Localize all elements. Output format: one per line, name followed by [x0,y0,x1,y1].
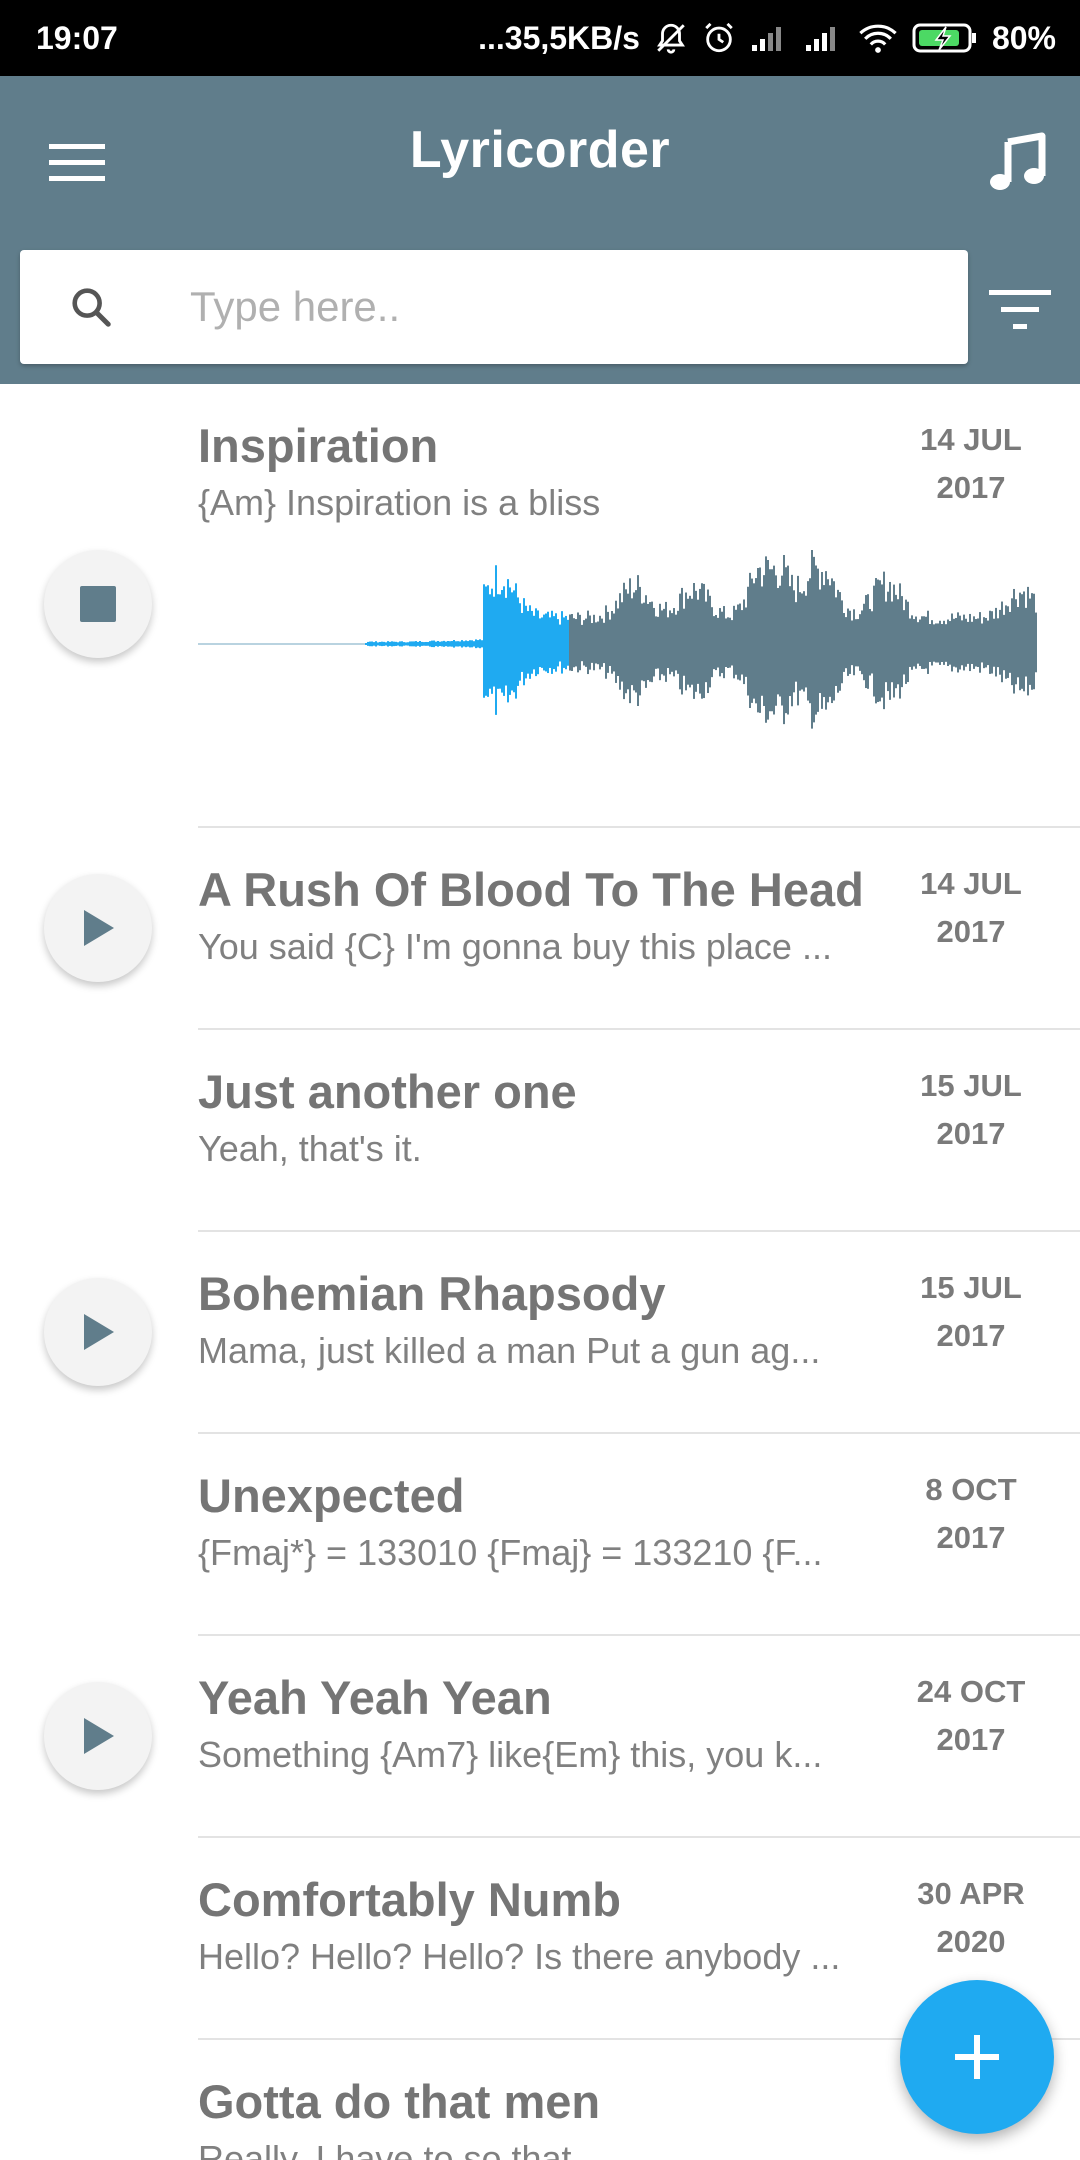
song-title: Inspiration [198,419,439,472]
alarm-icon [705,22,733,53]
song-lyrics: {Am} Inspiration is a bliss [198,482,601,523]
song-item[interactable]: Unexpected {Fmaj*} = 133010 {Fmaj} = 133… [0,1434,1080,1636]
song-item[interactable]: Just another one Yeah, that's it. 15 JUL… [0,1030,1080,1232]
song-title: Gotta do that men [198,2075,601,2128]
song-date: 14 JUL 2017 [906,860,1036,956]
play-button[interactable] [44,1682,152,1790]
song-title: Comfortably Numb [198,1873,621,1926]
battery-charging-icon [912,23,976,53]
song-date-day: 15 JUL [920,1068,1022,1103]
signal-icon [751,27,781,51]
song-lyrics: Mama, just killed a man Put a gun ag... [198,1330,821,1371]
song-item[interactable]: Inspiration {Am} Inspiration is a bliss … [0,384,1080,828]
filter-button[interactable] [982,272,1058,348]
play-icon [84,1718,114,1754]
song-date-day: 15 JUL [920,1270,1022,1305]
muted-bell-icon [656,23,685,54]
status-bar: 19:07 ...35,5KB/s 80% [0,0,1080,76]
song-date-day: 14 JUL [920,866,1022,901]
song-date-year: 2017 [936,1520,1006,1555]
search-icon [68,284,148,330]
song-date-year: 2017 [936,914,1006,949]
add-song-button[interactable] [900,1980,1054,2134]
song-date-year: 2017 [936,1722,1006,1757]
play-button[interactable] [44,874,152,982]
plus-icon [955,2035,999,2079]
song-item[interactable]: Bohemian Rhapsody Mama, just killed a ma… [0,1232,1080,1434]
song-date-day: 30 APR [917,1876,1025,1911]
play-button[interactable] [44,1278,152,1386]
status-icons: ...35,5KB/s 80% [478,20,1056,57]
song-title: Yeah Yeah Yean [198,1671,552,1724]
song-date-year: 2020 [936,1924,1006,1959]
song-date-year: 2017 [936,1318,1006,1353]
play-icon [84,1314,114,1350]
song-item[interactable]: A Rush Of Blood To The Head You said {C}… [0,828,1080,1030]
network-speed: ...35,5KB/s [478,19,640,56]
song-lyrics: Something {Am7} like{Em} this, you k... [198,1734,823,1775]
song-date-year: 2017 [936,470,1006,505]
audio-waveform[interactable] [198,544,1038,754]
wifi-icon [859,24,897,53]
signal-icon [805,27,835,51]
song-lyrics: {Fmaj*} = 133010 {Fmaj} = 133210 {F... [198,1532,823,1573]
song-date: 15 JUL 2017 [906,1264,1036,1360]
music-note-icon [990,132,1046,190]
song-date: 30 APR 2020 [906,1870,1036,1966]
battery-level: 80% [991,19,1056,56]
search-input[interactable] [190,283,890,331]
song-date-day: 8 OCT [925,1472,1017,1507]
status-time: 19:07 [36,19,118,56]
song-item[interactable]: Yeah Yeah Yean Something {Am7} like{Em} … [0,1636,1080,1838]
song-title: A Rush Of Blood To The Head [198,863,864,916]
search-box [20,250,968,364]
song-date: 15 JUL 2017 [906,1062,1036,1158]
stop-button[interactable] [44,550,152,658]
music-button[interactable] [978,122,1058,202]
song-lyrics: You said {C} I'm gonna buy this place ..… [198,926,832,967]
song-title: Unexpected [198,1469,465,1522]
song-title: Just another one [198,1065,577,1118]
song-date: 8 OCT 2017 [906,1466,1036,1562]
stop-icon [80,586,116,622]
app-bar: Lyricorder [0,76,1080,384]
song-title: Bohemian Rhapsody [198,1267,666,1320]
filter-icon [989,290,1051,329]
song-list: Inspiration {Am} Inspiration is a bliss … [0,384,1080,2160]
song-date-year: 2017 [936,1116,1006,1151]
play-icon [84,910,114,946]
song-date: 24 OCT 2017 [906,1668,1036,1764]
song-date-day: 24 OCT [916,1674,1026,1709]
song-date: 14 JUL 2017 [906,416,1036,512]
song-lyrics: Yeah, that's it. [198,1128,422,1169]
song-lyrics: Really, I have to so that [198,2138,572,2160]
song-date-day: 14 JUL [920,422,1022,457]
song-lyrics: Hello? Hello? Hello? Is there anybody ..… [198,1936,841,1977]
app-title: Lyricorder [409,121,671,179]
